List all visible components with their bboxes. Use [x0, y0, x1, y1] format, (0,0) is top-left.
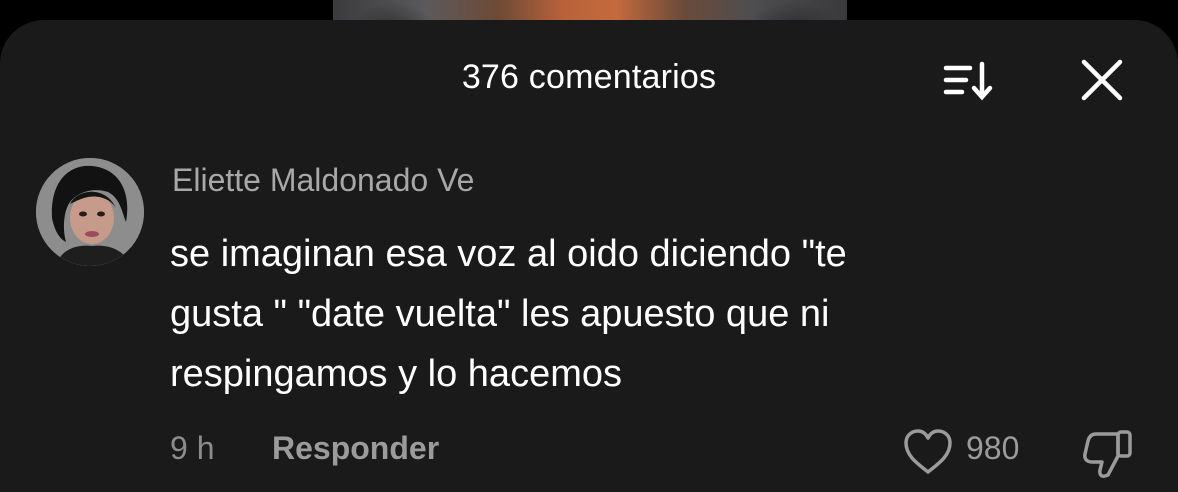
sort-icon [943, 61, 993, 101]
comments-screen: 376 comentarios Eliette Maldonado Ve se … [0, 0, 1178, 492]
comment-line: respingamos y lo hacemos [170, 353, 622, 395]
like-count: 980 [966, 430, 1020, 466]
comment-line: se imaginan esa voz al oido diciendo "te [170, 233, 847, 275]
avatar-image [36, 158, 144, 266]
heart-icon [904, 429, 952, 474]
sort-button[interactable] [938, 56, 998, 108]
avatar[interactable] [36, 158, 144, 266]
like-button[interactable] [900, 426, 956, 478]
thumbs-down-icon [1083, 430, 1132, 478]
comment-username[interactable]: Eliette Maldonado Ve [172, 162, 474, 199]
comments-count-title: 376 comentarios [461, 58, 717, 96]
reply-button[interactable]: Responder [272, 430, 439, 467]
close-button[interactable] [1076, 54, 1128, 106]
close-icon [1081, 59, 1123, 101]
dislike-button[interactable] [1078, 424, 1138, 480]
comment-text: se imaginan esa voz al oido diciendo "te… [170, 224, 1050, 404]
comment-timestamp: 9 h [170, 430, 215, 466]
comment-line: gusta " "date vuelta" les apuesto que ni [170, 293, 830, 335]
